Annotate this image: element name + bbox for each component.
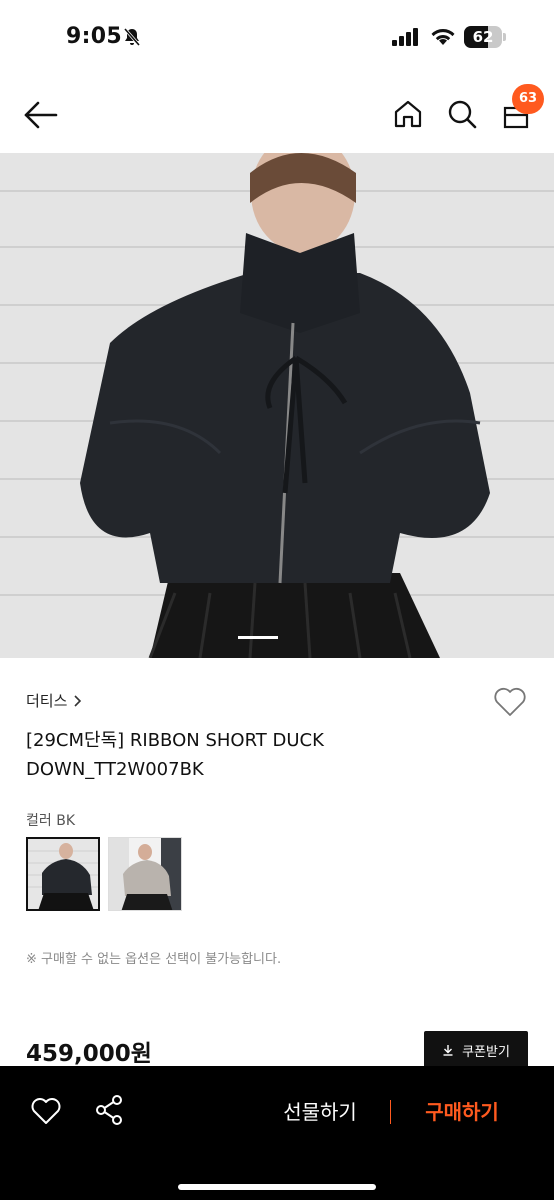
back-arrow-icon[interactable] [22,98,60,132]
bottom-action-bar: 선물하기 구매하기 [0,1066,554,1200]
product-image-carousel[interactable] [0,153,554,658]
status-time: 9:05 [66,24,122,49]
search-icon[interactable] [446,98,478,130]
color-swatch-grey[interactable] [108,837,182,911]
gift-button[interactable]: 선물하기 [262,1092,378,1132]
wifi-icon [431,29,455,45]
signal-icon [392,28,418,46]
swatch-image-black [28,839,98,909]
product-price: 459,000원 [26,1041,152,1067]
battery-icon: 62 [464,26,506,48]
home-icon[interactable] [392,98,424,130]
cart-count-badge: 63 [512,84,544,114]
heart-icon[interactable] [30,1096,62,1126]
battery-percent: 62 [472,28,494,46]
home-indicator [178,1184,376,1190]
chevron-right-icon [74,694,82,707]
status-bar: 9:05 62 [0,0,554,72]
app-header [0,80,554,152]
coupon-download-button[interactable]: 쿠폰받기 [424,1031,528,1069]
swatch-image-grey [109,838,181,910]
brand-link[interactable]: 더티스 [26,690,82,711]
option-notice: ※ 구매할 수 없는 옵션은 선택이 불가능합니다. [26,952,282,967]
product-title: [29CM단독] RIBBON SHORT DUCK DOWN_TT2W007B… [26,730,324,780]
bar-divider [390,1100,391,1124]
buy-button[interactable]: 구매하기 [402,1092,522,1132]
brand-name: 더티스 [26,692,68,710]
share-icon[interactable] [94,1094,124,1126]
bell-slash-icon [123,28,141,46]
heart-icon[interactable] [492,686,528,718]
coupon-label: 쿠폰받기 [462,1044,510,1060]
product-photo [0,153,554,658]
color-swatch-black[interactable] [26,837,100,911]
download-icon [443,1045,453,1056]
color-option-label: 컬러 BK [26,813,75,829]
